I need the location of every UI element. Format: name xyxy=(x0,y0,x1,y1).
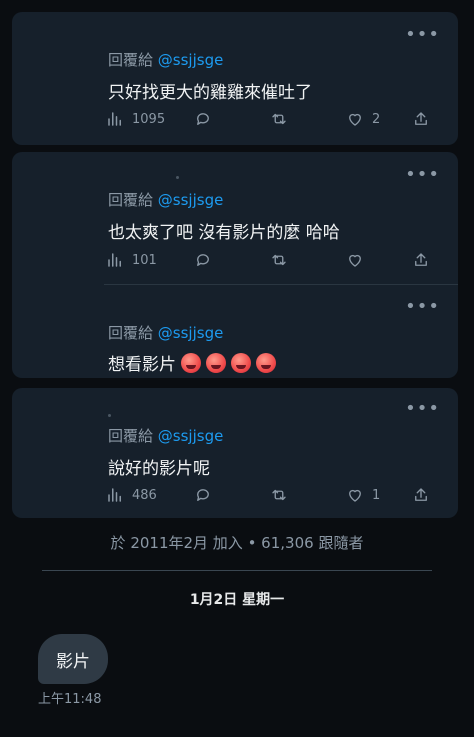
views-button[interactable]: 1095 xyxy=(106,108,165,130)
message-text: 影片 xyxy=(56,651,90,672)
profile-joined-info: 於 2011年2月 加入 • 61,306 跟隨者 xyxy=(110,534,364,552)
more-options-icon[interactable]: ••• xyxy=(405,400,440,418)
tweet-card[interactable]: ••• 回覆給 @ssjjsge 說好的影片呢 486 1 xyxy=(12,388,458,518)
reply-icon xyxy=(197,254,209,266)
hot-face-emoji xyxy=(206,353,226,373)
retweet-icon xyxy=(272,113,286,125)
reply-to-line: 回覆給 @ssjjsge xyxy=(108,425,223,446)
views-count: 101 xyxy=(132,252,157,268)
hot-face-emoji xyxy=(256,353,276,373)
tweet-actions: 486 1 xyxy=(106,484,430,506)
views-icon xyxy=(108,253,121,267)
tweet-card[interactable]: ••• 回覆給 @ssjjsge 只好找更大的雞雞來催吐了 1095 2 xyxy=(12,12,458,145)
tweet-actions: 1095 2 xyxy=(106,108,430,130)
reply-handle-link[interactable]: @ssjjsge xyxy=(158,51,224,69)
hot-face-emoji xyxy=(231,353,251,373)
views-icon xyxy=(108,112,121,126)
views-button[interactable]: 101 xyxy=(106,249,157,271)
share-button[interactable] xyxy=(412,484,430,506)
chat-date-label: 1月2日 星期一 xyxy=(189,592,285,608)
tweet-text: 也太爽了吧 沒有影片的麼 哈哈 xyxy=(108,223,340,243)
like-count: 2 xyxy=(372,111,381,127)
tweet-text-content: 想看影片 xyxy=(108,355,176,375)
tweet-text: 想看影片 xyxy=(108,350,276,375)
message-bubble[interactable]: 影片 xyxy=(38,634,108,684)
reply-prefix: 回覆給 xyxy=(108,191,154,209)
reply-icon xyxy=(197,489,209,501)
divider-dot xyxy=(176,176,179,179)
like-button[interactable]: 1 xyxy=(346,484,380,506)
reply-prefix: 回覆給 xyxy=(108,51,154,69)
like-count: 1 xyxy=(372,487,381,503)
like-icon xyxy=(349,489,361,502)
reply-handle-link[interactable]: @ssjjsge xyxy=(158,191,224,209)
views-icon xyxy=(108,488,121,502)
reply-to-line: 回覆給 @ssjjsge xyxy=(108,49,223,70)
share-button[interactable] xyxy=(412,108,430,130)
reply-button[interactable] xyxy=(194,249,212,271)
more-options-icon[interactable]: ••• xyxy=(405,166,440,184)
tweet-thread-card: ••• 回覆給 @ssjjsge 也太爽了吧 沒有影片的麼 哈哈 101 •••… xyxy=(12,152,458,378)
reply-to-line: 回覆給 @ssjjsge xyxy=(108,189,223,210)
tweet-actions: 101 xyxy=(106,249,430,271)
reply-prefix: 回覆給 xyxy=(108,324,154,342)
divider-dot xyxy=(108,414,111,417)
reply-handle-link[interactable]: @ssjjsge xyxy=(158,427,224,445)
views-button[interactable]: 486 xyxy=(106,484,157,506)
tweet-text: 只好找更大的雞雞來催吐了 xyxy=(108,83,312,103)
retweet-button[interactable] xyxy=(270,484,296,506)
more-options-icon[interactable]: ••• xyxy=(405,298,440,316)
views-count: 1095 xyxy=(132,111,166,127)
like-icon xyxy=(349,113,361,126)
reply-to-line: 回覆給 @ssjjsge xyxy=(108,322,223,343)
like-icon xyxy=(349,254,361,267)
retweet-button[interactable] xyxy=(270,249,296,271)
tweet-separator xyxy=(104,284,458,285)
hot-face-emoji xyxy=(181,353,201,373)
retweet-icon xyxy=(272,489,286,501)
share-icon xyxy=(415,253,427,266)
reply-icon xyxy=(197,113,209,125)
like-button[interactable]: 2 xyxy=(346,108,380,130)
retweet-button[interactable] xyxy=(270,108,296,130)
more-options-icon[interactable]: ••• xyxy=(405,26,440,44)
reply-button[interactable] xyxy=(194,484,212,506)
retweet-icon xyxy=(272,254,286,266)
share-button[interactable] xyxy=(412,249,430,271)
message-timestamp: 上午11:48 xyxy=(38,692,102,707)
like-button[interactable] xyxy=(346,249,372,271)
reply-button[interactable] xyxy=(194,108,212,130)
tweet-text: 說好的影片呢 xyxy=(108,459,210,479)
views-count: 486 xyxy=(132,487,157,503)
share-icon xyxy=(415,112,427,125)
chat-divider xyxy=(42,570,432,571)
reply-prefix: 回覆給 xyxy=(108,427,154,445)
reply-handle-link[interactable]: @ssjjsge xyxy=(158,324,224,342)
share-icon xyxy=(415,488,427,501)
